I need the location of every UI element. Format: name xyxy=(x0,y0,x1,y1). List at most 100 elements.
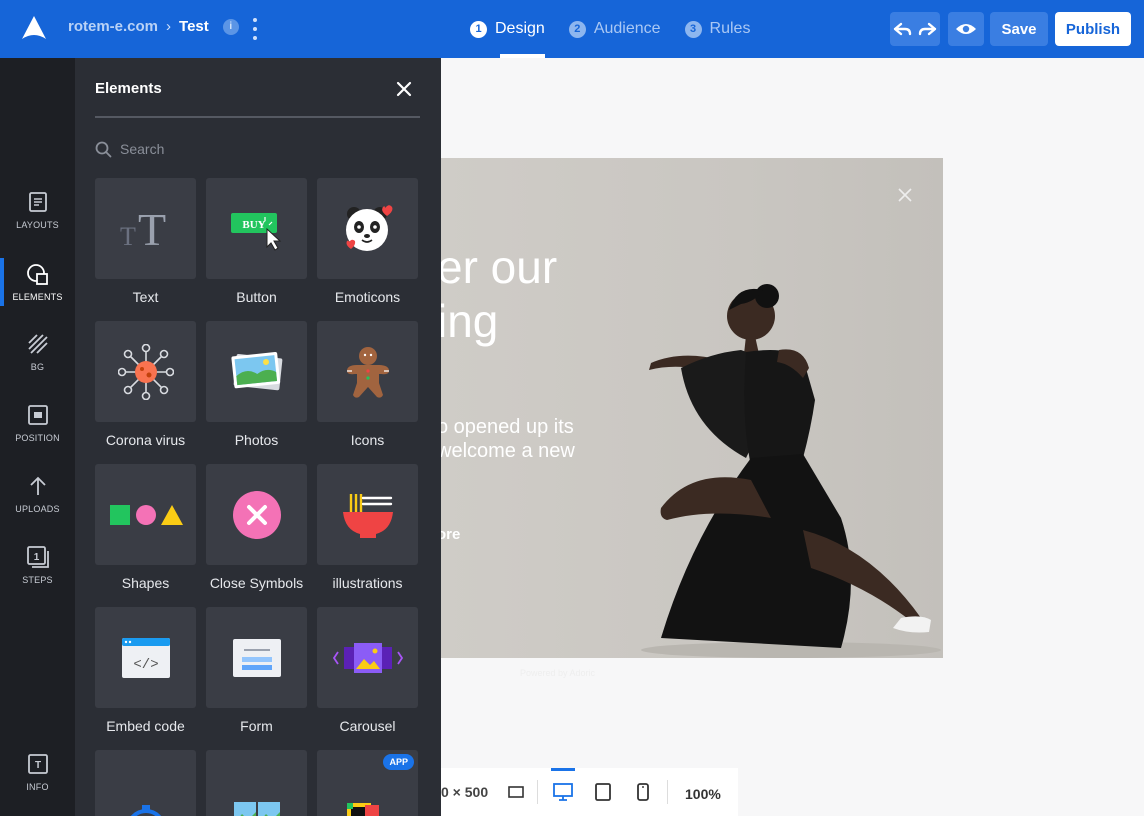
rail-item-uploads[interactable]: UPLOADS xyxy=(0,474,75,534)
tab-rules[interactable]: 3 Rules xyxy=(684,0,751,58)
popup-body-line-1[interactable]: o opened up its xyxy=(441,416,574,439)
tile-label: Button xyxy=(236,289,277,305)
tablet-view-icon[interactable] xyxy=(592,782,614,802)
search-input[interactable]: Search xyxy=(95,138,420,160)
svg-text:T: T xyxy=(120,222,136,251)
canvas-dimensions[interactable]: 0 × 500 xyxy=(441,784,488,800)
embed-code-icon: </> xyxy=(121,637,170,678)
desktop-view-icon[interactable] xyxy=(552,782,574,802)
eye-icon xyxy=(956,24,976,34)
popup-heading-line-2[interactable]: ing xyxy=(441,294,498,348)
tab-label: Design xyxy=(495,20,545,37)
tile-embed-code[interactable]: </> Embed code xyxy=(95,607,196,734)
gingerbread-icon xyxy=(346,346,389,398)
steps-icon: 1 xyxy=(26,545,50,569)
photo-icon xyxy=(230,351,282,390)
tile-corona-virus[interactable]: Corona virus xyxy=(95,321,196,448)
tile-button[interactable]: BUY Button xyxy=(206,178,307,305)
close-icon[interactable] xyxy=(395,80,413,98)
close-symbol-icon xyxy=(232,490,281,539)
tab-label: Rules xyxy=(709,20,751,37)
tile-label: Embed code xyxy=(106,718,185,734)
tile-photos[interactable]: Photos xyxy=(206,321,307,448)
model-photo xyxy=(641,284,941,658)
panel-title: Elements xyxy=(95,80,162,97)
tile-gallery[interactable] xyxy=(206,750,307,816)
app-logo-icon[interactable] xyxy=(20,14,48,42)
upload-icon xyxy=(26,474,50,498)
rail-item-label: LAYOUTS xyxy=(16,220,59,230)
breadcrumb-site[interactable]: rotem-e.com xyxy=(68,18,158,35)
resize-canvas-icon[interactable] xyxy=(505,782,527,802)
tile-form[interactable]: Form xyxy=(206,607,307,734)
tile-label: Emoticons xyxy=(334,289,401,305)
undo-icon[interactable] xyxy=(893,21,913,37)
top-bar: rotem-e.com › Test i 1 Design 2 Audience… xyxy=(0,0,1144,58)
search-icon xyxy=(95,141,112,157)
tile-close-symbols[interactable]: Close Symbols xyxy=(206,464,307,591)
buy-button-icon: BUY xyxy=(230,212,281,251)
breadcrumb: rotem-e.com › Test i xyxy=(68,18,239,35)
redo-icon[interactable] xyxy=(917,21,937,37)
undo-redo-group xyxy=(890,12,940,46)
tile-label: Close Symbols xyxy=(209,575,304,591)
rail-item-label: STEPS xyxy=(22,575,53,585)
tile-shapes[interactable]: Shapes xyxy=(95,464,196,591)
bg-icon xyxy=(26,332,50,356)
step-tabs: 1 Design 2 Audience 3 Rules xyxy=(470,0,774,58)
position-icon xyxy=(26,403,50,427)
tile-label: Corona virus xyxy=(105,432,186,448)
rail-item-label: ELEMENTS xyxy=(12,292,63,302)
active-device-indicator xyxy=(551,768,575,771)
shapes-icon xyxy=(109,504,183,525)
elements-icon xyxy=(26,262,50,286)
elements-panel: Elements Search T T Text BUY Button Emot… xyxy=(75,58,441,816)
search-placeholder: Search xyxy=(120,141,165,157)
step-number: 1 xyxy=(470,20,487,38)
tile-timer[interactable] xyxy=(95,750,196,816)
layouts-icon xyxy=(26,190,50,214)
popup-cta[interactable]: ore xyxy=(441,526,460,543)
popup-preview[interactable]: er our ing o opened up its welcome a new… xyxy=(441,158,943,658)
breadcrumb-page[interactable]: Test xyxy=(179,18,209,35)
tile-label: Photos xyxy=(234,432,279,448)
mobile-view-icon[interactable] xyxy=(632,782,654,802)
rail-item-steps[interactable]: 1 STEPS xyxy=(0,545,75,605)
chevron-right-icon: › xyxy=(166,18,172,35)
carousel-icon xyxy=(332,642,403,673)
rail-item-layouts[interactable]: LAYOUTS xyxy=(0,190,75,250)
popup-close-icon[interactable] xyxy=(896,186,914,204)
rail-item-label: INFO xyxy=(26,782,49,792)
preview-button[interactable] xyxy=(948,12,984,46)
step-number: 2 xyxy=(568,20,586,38)
tile-label: Icons xyxy=(350,432,385,448)
popup-heading-line-1[interactable]: er our xyxy=(441,240,557,294)
divider xyxy=(95,116,420,118)
tile-illustrations[interactable]: illustrations xyxy=(317,464,418,591)
rail-item-position[interactable]: POSITION xyxy=(0,403,75,463)
tile-label: Shapes xyxy=(121,575,170,591)
more-options-icon[interactable] xyxy=(250,18,260,40)
tile-app[interactable]: APP xyxy=(317,750,418,816)
tab-design[interactable]: 1 Design xyxy=(470,0,545,58)
rail-item-elements[interactable]: ELEMENTS xyxy=(0,258,75,322)
tile-icons[interactable]: Icons xyxy=(317,321,418,448)
publish-button[interactable]: Publish xyxy=(1055,12,1131,46)
popup-body-line-2[interactable]: welcome a new xyxy=(441,440,575,463)
rail-item-label: POSITION xyxy=(15,433,60,443)
info-icon: T xyxy=(26,752,50,776)
rail-item-label: UPLOADS xyxy=(15,504,60,514)
svg-text:T: T xyxy=(138,207,166,251)
tile-text[interactable]: T T Text xyxy=(95,178,196,305)
svg-text:1: 1 xyxy=(33,552,39,563)
info-badge-icon[interactable]: i xyxy=(222,18,239,35)
rail-item-bg[interactable]: BG xyxy=(0,332,75,392)
zoom-level[interactable]: 100% xyxy=(685,786,721,802)
rail-item-info[interactable]: T INFO xyxy=(0,752,75,812)
save-button[interactable]: Save xyxy=(990,12,1048,46)
tile-carousel[interactable]: Carousel xyxy=(317,607,418,734)
form-icon xyxy=(232,638,281,677)
bottom-toolbar: 0 × 500 100% xyxy=(441,768,738,816)
tile-emoticons[interactable]: Emoticons xyxy=(317,178,418,305)
tab-audience[interactable]: 2 Audience xyxy=(568,0,661,58)
